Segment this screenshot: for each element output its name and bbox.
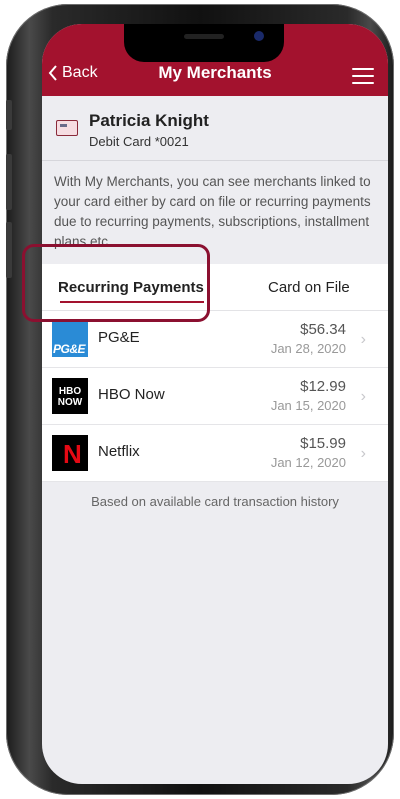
merchant-row-hbo[interactable]: HBO NOW HBO Now $12.99 Jan 15, 2020 › [42, 368, 388, 425]
screen: Back My Merchants Patricia Knight Debit … [42, 24, 388, 784]
description-text: With My Merchants, you can see merchants… [54, 174, 371, 249]
volume-up-button [6, 154, 12, 210]
tab-highlight-callout [22, 244, 210, 322]
chevron-right-icon: › [360, 331, 366, 348]
user-card-header: Patricia Knight Debit Card *0021 [42, 96, 388, 161]
page-title: My Merchants [158, 63, 272, 82]
notch [124, 24, 284, 62]
merchant-date: Jan 12, 2020 [270, 455, 346, 470]
debit-card-icon [56, 120, 78, 136]
merchant-name: HBO Now [98, 386, 165, 403]
pge-logo: PG&E [52, 321, 88, 357]
merchant-name: Netflix [98, 443, 140, 460]
merchant-name: PG&E [98, 329, 140, 346]
merchant-amount: $56.34 [300, 321, 346, 338]
merchant-date: Jan 15, 2020 [270, 398, 346, 413]
merchant-row-netflix[interactable]: N Netflix $15.99 Jan 12, 2020 › [42, 425, 388, 482]
merchant-date: Jan 28, 2020 [270, 341, 346, 356]
speaker [184, 34, 224, 39]
hbo-now-logo: HBO NOW [52, 378, 88, 414]
menu-icon[interactable] [352, 68, 374, 89]
merchant-list: PG&E PG&E $56.34 Jan 28, 2020 › HBO NOW … [42, 311, 388, 482]
phone-frame: Back My Merchants Patricia Knight Debit … [6, 4, 394, 795]
footer-note: Based on available card transaction hist… [91, 494, 339, 509]
front-camera [254, 31, 264, 41]
mute-switch [6, 100, 12, 130]
volume-down-button [6, 222, 12, 278]
netflix-logo: N [52, 435, 88, 471]
chevron-right-icon: › [360, 445, 366, 462]
merchant-amount: $12.99 [300, 378, 346, 395]
user-name: Patricia Knight [89, 111, 209, 130]
tab-card-on-file[interactable]: Card on File [268, 279, 350, 296]
card-number: Debit Card *0021 [89, 134, 189, 149]
chevron-right-icon: › [360, 388, 366, 405]
merchant-amount: $15.99 [300, 435, 346, 452]
